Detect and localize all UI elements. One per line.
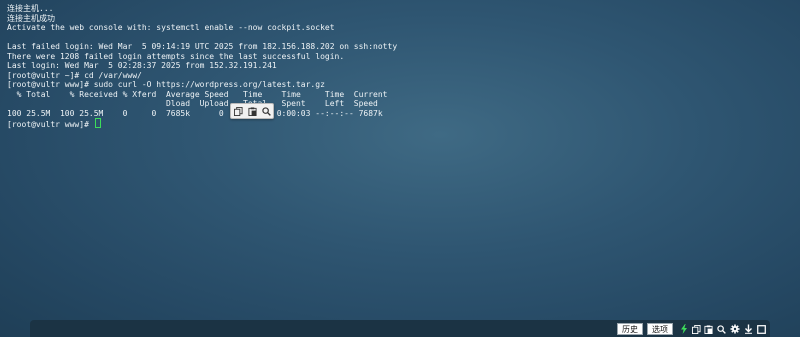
terminal-line: Activate the web console with: systemctl… xyxy=(7,23,335,32)
terminal-line: Last failed login: Wed Mar 5 09:14:19 UT… xyxy=(7,42,398,51)
copy-icon[interactable] xyxy=(691,324,701,334)
terminal-bottom-toolbar: 历史 选项 xyxy=(30,320,770,337)
terminal-line: 连接主机成功 xyxy=(7,13,55,23)
terminal-line: There were 1208 failed login attempts si… xyxy=(7,51,345,61)
gear-icon[interactable] xyxy=(730,324,740,334)
terminal-prompt: [root@vultr www]# xyxy=(7,120,94,129)
terminal-prompt-line[interactable]: [root@vultr www]# xyxy=(7,118,793,129)
copy-icon[interactable] xyxy=(233,106,244,117)
terminal-line: Last login: Wed Mar 5 02:28:37 2025 from… xyxy=(7,61,277,70)
search-icon[interactable] xyxy=(716,324,726,334)
terminal-line: 连接主机... xyxy=(7,4,54,13)
lightning-icon[interactable] xyxy=(679,324,689,334)
terminal-line: [root@vultr ~]# cd /var/www/ xyxy=(7,70,142,80)
selection-toolbar xyxy=(230,103,274,119)
paste-icon[interactable] xyxy=(703,324,713,334)
search-icon[interactable] xyxy=(261,106,272,117)
download-icon[interactable] xyxy=(743,324,753,334)
terminal-line: 100 25.5M 100 25.5M 0 0 7685k 0 0:00:03 … xyxy=(7,108,383,118)
terminal-cursor xyxy=(94,118,101,128)
terminal-line: % Total % Received % Xferd Average Speed… xyxy=(7,89,388,99)
options-button[interactable]: 选项 xyxy=(647,323,673,335)
terminal-line: Dload Upload Total Spent Left Speed xyxy=(7,99,378,108)
history-button[interactable]: 历史 xyxy=(617,323,643,335)
fullscreen-icon[interactable] xyxy=(756,324,766,334)
paste-icon[interactable] xyxy=(247,106,258,117)
terminal-output[interactable]: 连接主机... 连接主机成功 Activate the web console … xyxy=(7,4,793,316)
terminal-line: [root@vultr www]# sudo curl -O https://w… xyxy=(7,80,325,89)
